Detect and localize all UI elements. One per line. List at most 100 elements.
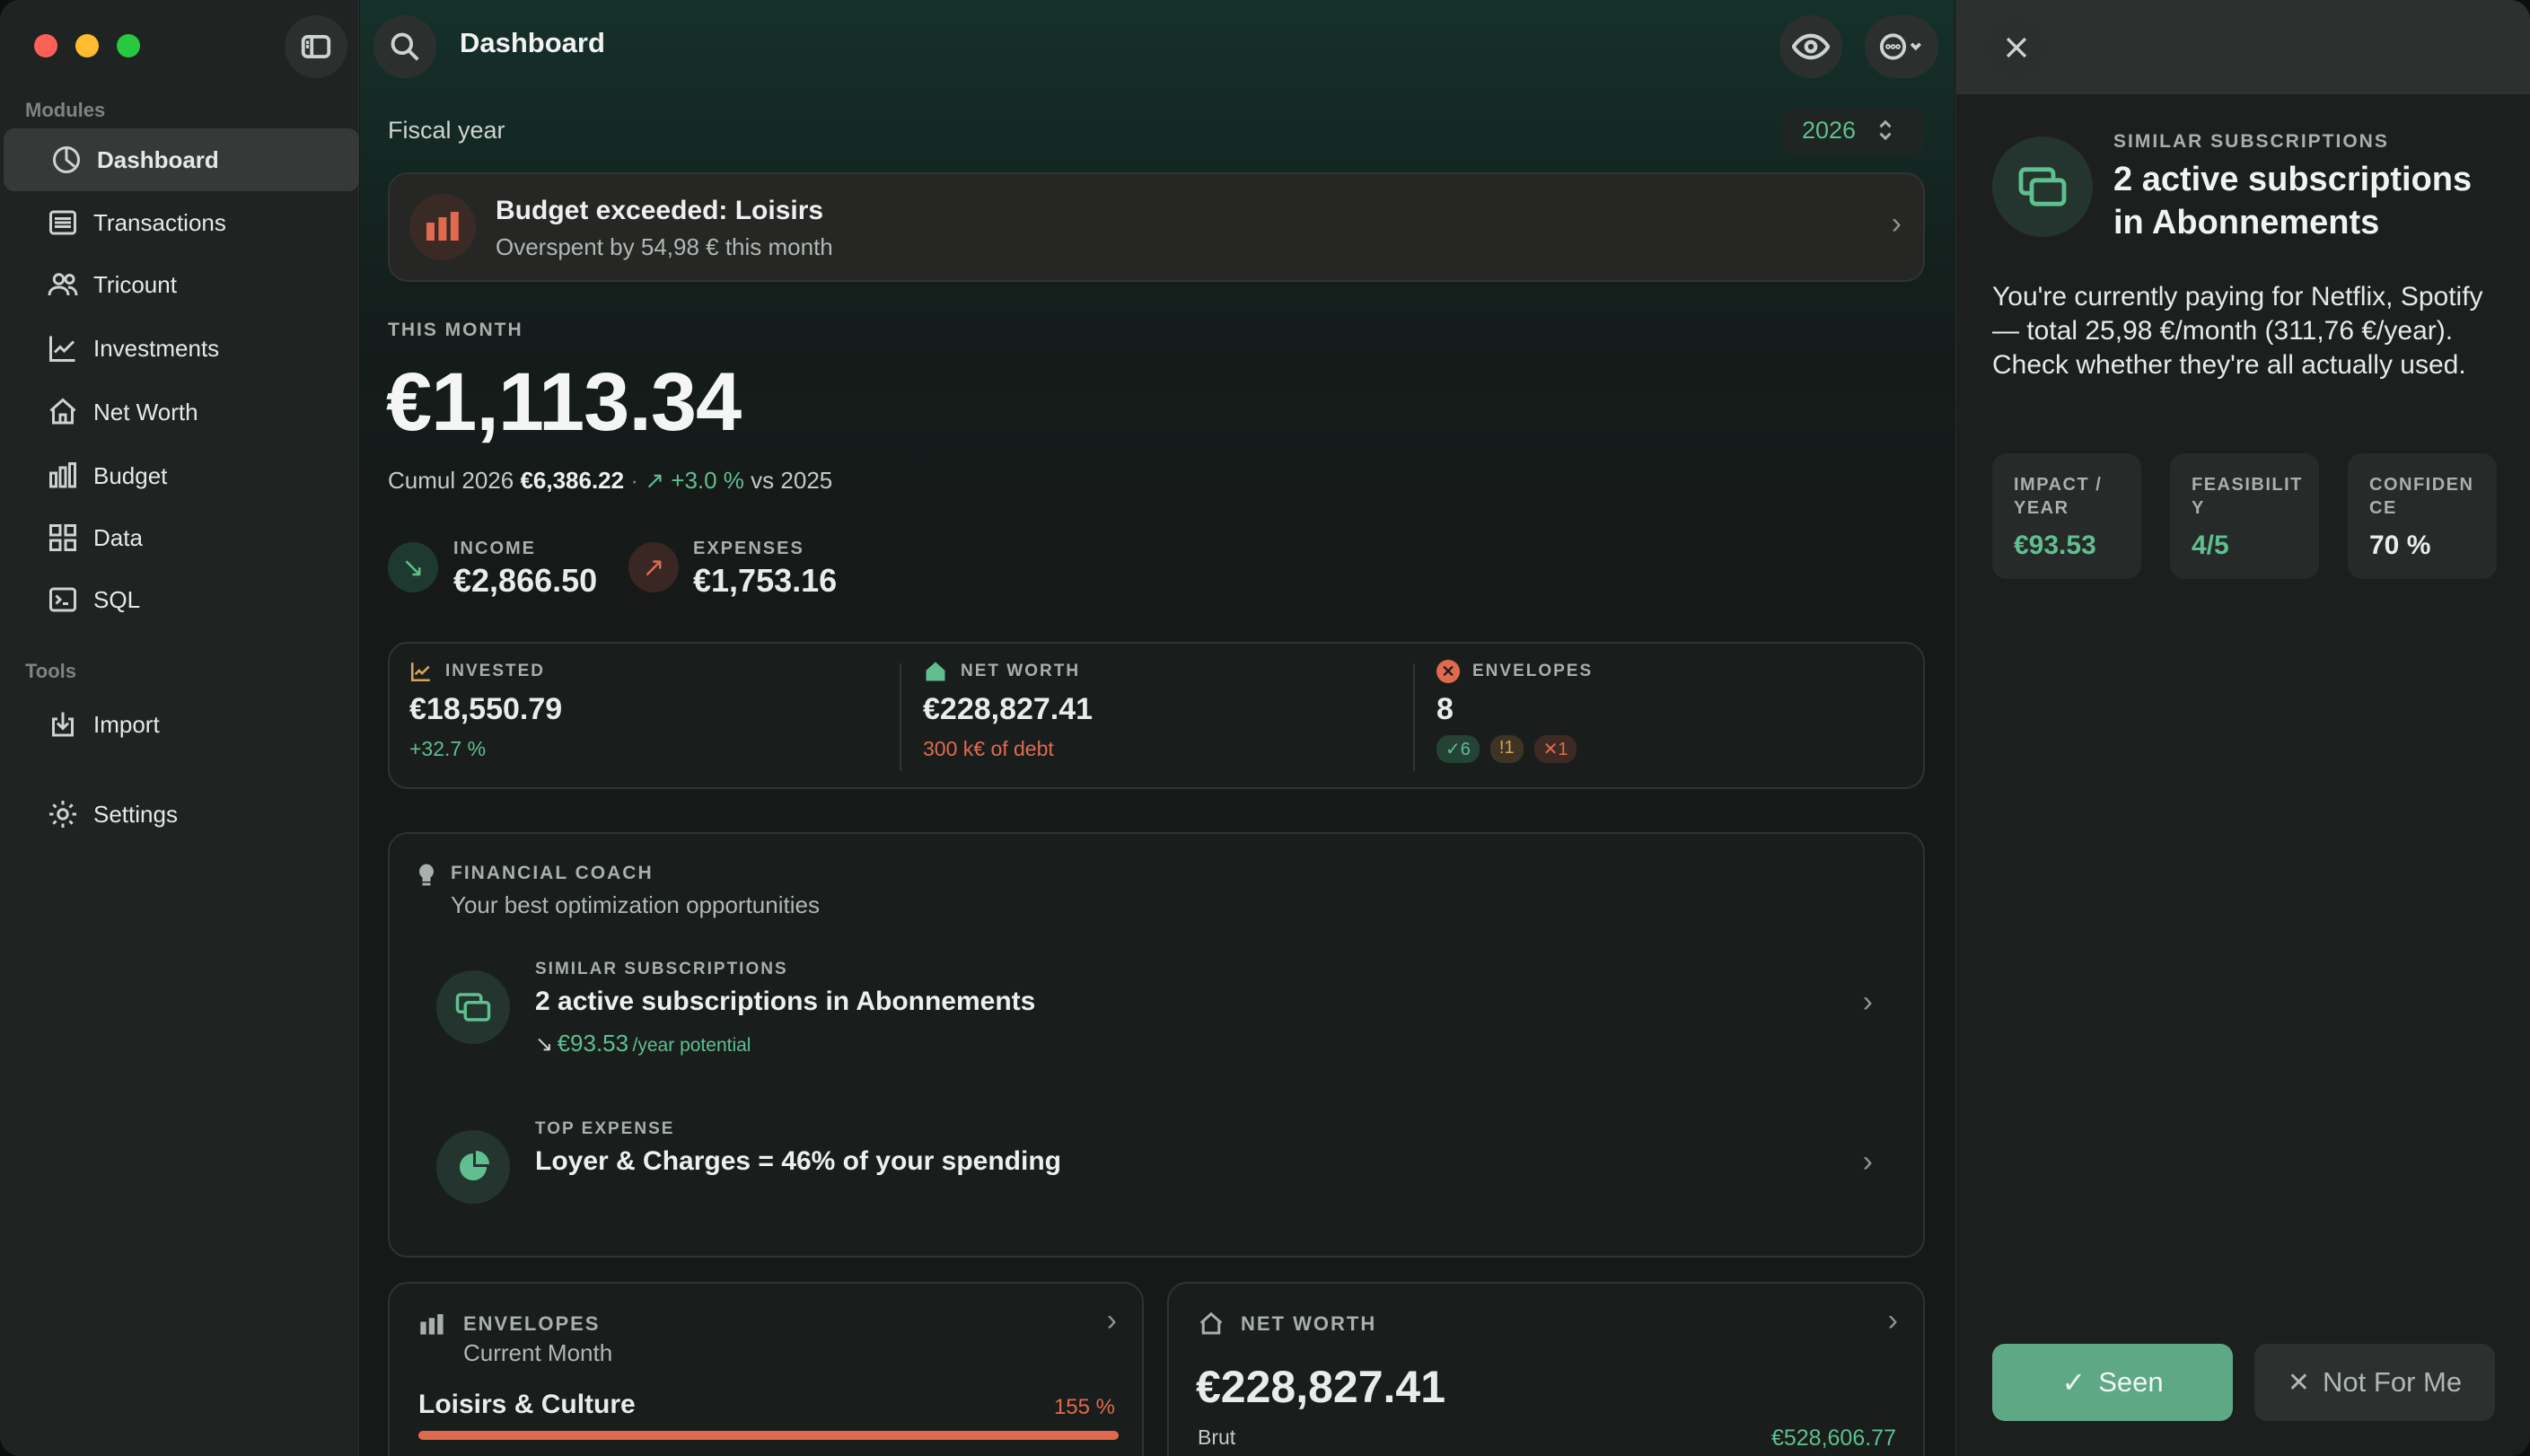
eye-icon (1792, 33, 1830, 60)
sidebar-item-dashboard[interactable]: Dashboard (4, 128, 359, 191)
net-worth-card-label: NET WORTH (1241, 1312, 1377, 1335)
updown-chevron-icon (1879, 119, 1892, 141)
sidebar-item-data[interactable]: Data (0, 506, 359, 569)
potential-suffix: /year potential (632, 1035, 751, 1056)
ellipsis-chevron-icon (1879, 33, 1921, 60)
income-value: €2,866.50 (453, 562, 598, 599)
people-icon (45, 267, 81, 303)
window-controls (34, 34, 140, 57)
pie-chart-icon (436, 1130, 510, 1204)
more-menu-button[interactable] (1865, 15, 1938, 78)
stacked-cards-icon (436, 970, 510, 1044)
coach-item-potential: ↘ €93.53 /year potential (535, 1030, 751, 1057)
close-window-button[interactable] (34, 34, 57, 57)
cumul-line: Cumul 2026 €6,386.22 · ↗ +3.0 % vs 2025 (388, 467, 832, 495)
envelope-item-percent: 155 % (1053, 1395, 1115, 1419)
invested-stat[interactable]: INVESTED €18,550.79 +32.7 % (409, 660, 894, 776)
stacked-cards-icon (1992, 136, 2093, 237)
expenses-label: EXPENSES (693, 539, 804, 558)
coach-label: FINANCIAL COACH (451, 863, 654, 883)
impact-value: €93.53 (2014, 531, 2096, 560)
chart-line-icon (410, 662, 430, 682)
divider (900, 663, 901, 771)
coach-item-top-expense[interactable]: TOP EXPENSE Loyer & Charges = 46% of you… (436, 1119, 1909, 1218)
search-button[interactable] (373, 15, 436, 78)
invested-change: +32.7 % (409, 737, 487, 760)
house-icon (45, 394, 81, 430)
over-badge: ✕1 (1533, 735, 1577, 763)
expenses-value: €1,753.16 (693, 562, 838, 599)
coach-item-subscriptions[interactable]: SIMILAR SUBSCRIPTIONS 2 active subscript… (436, 960, 1909, 1076)
fiscal-year-label: Fiscal year (388, 117, 505, 144)
cumul-change: ↗ +3.0 % (645, 467, 744, 494)
sidebar-item-settings[interactable]: Settings (0, 783, 359, 846)
gear-icon (45, 796, 81, 832)
house-icon (926, 662, 945, 681)
toggle-sidebar-button[interactable] (285, 15, 347, 78)
sidebar-item-label: Tricount (93, 270, 177, 298)
coach-item-title: Loyer & Charges = 46% of your spending (535, 1146, 1061, 1176)
sidebar-item-label: Budget (93, 461, 168, 489)
budget-alert-icon (409, 194, 476, 260)
search-icon (391, 32, 419, 61)
sidebar-item-label: Data (93, 523, 143, 551)
x-circle-icon: ✕ (1436, 660, 1460, 683)
sidebar-item-transactions[interactable]: Transactions (0, 191, 359, 254)
detail-title: 2 active subscriptions in Abonnements (2113, 161, 2473, 241)
fiscal-year-value: 2026 (1802, 116, 1857, 144)
net-worth-debt: 300 k€ of debt (923, 737, 1054, 760)
net-worth-stat[interactable]: NET WORTH €228,827.41 300 k€ of debt (923, 660, 1408, 776)
chevron-right-icon: › (1891, 206, 1902, 241)
x-icon: ✕ (2287, 1367, 2311, 1398)
invested-value: €18,550.79 (409, 692, 563, 726)
sidebar-item-import[interactable]: Import (0, 693, 359, 756)
envelopes-stat[interactable]: ✕ ENVELOPES 8 ✓6 !1 ✕1 (1436, 660, 1903, 776)
coach-item-kicker: SIMILAR SUBSCRIPTIONS (535, 960, 788, 978)
sidebar-item-investments[interactable]: Investments (0, 317, 359, 380)
ok-badge: ✓6 (1436, 735, 1480, 763)
confidence-stat: CONFIDENCE 70 % (2348, 453, 2497, 579)
cumul-separator: · (630, 467, 639, 494)
envelopes-count: 8 (1436, 692, 1454, 726)
income-label: INCOME (453, 539, 536, 558)
bars-icon (45, 458, 81, 494)
sidebar-toggle-icon (301, 35, 331, 58)
zoom-window-button[interactable] (117, 34, 140, 57)
impact-label: IMPACT / YEAR (2014, 475, 2103, 518)
divider (1413, 663, 1415, 771)
tools-section-label: Tools (25, 660, 77, 682)
sidebar-item-label: SQL (93, 585, 141, 613)
close-panel-button[interactable] (1985, 16, 2048, 79)
detail-panel: SIMILAR SUBSCRIPTIONS 2 active subscript… (1955, 0, 2530, 1456)
page-title: Dashboard (460, 27, 605, 58)
sidebar-item-tricount[interactable]: Tricount (0, 253, 359, 316)
visibility-toggle-button[interactable] (1779, 15, 1842, 78)
confidence-value: 70 % (2369, 531, 2431, 560)
checkmark-icon: ✓ (2061, 1366, 2086, 1399)
net-worth-label: NET WORTH (961, 662, 1081, 680)
envelope-badges: ✓6 !1 ✕1 (1436, 735, 1577, 763)
budget-alert-card[interactable]: Budget exceeded: Loisirs Overspent by 54… (388, 172, 1925, 282)
sidebar-item-budget[interactable]: Budget (0, 444, 359, 507)
expenses-arrow-icon: ↗ (628, 542, 679, 592)
detail-body: You're currently paying for Netflix, Spo… (1992, 282, 2483, 380)
net-worth-value: €228,827.41 (923, 692, 1094, 726)
list-icon (45, 205, 81, 241)
seen-button[interactable]: ✓ Seen (1992, 1344, 2233, 1421)
budget-alert-subtitle: Overspent by 54,98 € this month (496, 233, 833, 260)
sidebar-item-label: Investments (93, 334, 220, 362)
detail-kicker: SIMILAR SUBSCRIPTIONS (2113, 131, 2389, 152)
grid-icon (45, 520, 81, 556)
sidebar-item-sql[interactable]: SQL (0, 568, 359, 631)
envelopes-card-label: ENVELOPES (463, 1312, 601, 1335)
bars-icon (420, 1314, 444, 1335)
sidebar-item-net-worth[interactable]: Net Worth (0, 381, 359, 443)
minimize-window-button[interactable] (75, 34, 99, 57)
feasibility-stat: FEASIBILITY 4/5 (2170, 453, 2319, 579)
financial-coach-card: FINANCIAL COACH Your best optimization o… (388, 832, 1925, 1258)
fiscal-year-select[interactable]: 2026 (1782, 107, 1924, 153)
envelopes-card[interactable]: ENVELOPES Current Month › Loisirs & Cult… (388, 1282, 1144, 1456)
net-worth-card[interactable]: NET WORTH › €228,827.41 Brut €528,606.77 (1167, 1282, 1925, 1456)
not-for-me-button[interactable]: ✕ Not For Me (2254, 1344, 2495, 1421)
this-month-label: THIS MONTH (388, 320, 523, 340)
